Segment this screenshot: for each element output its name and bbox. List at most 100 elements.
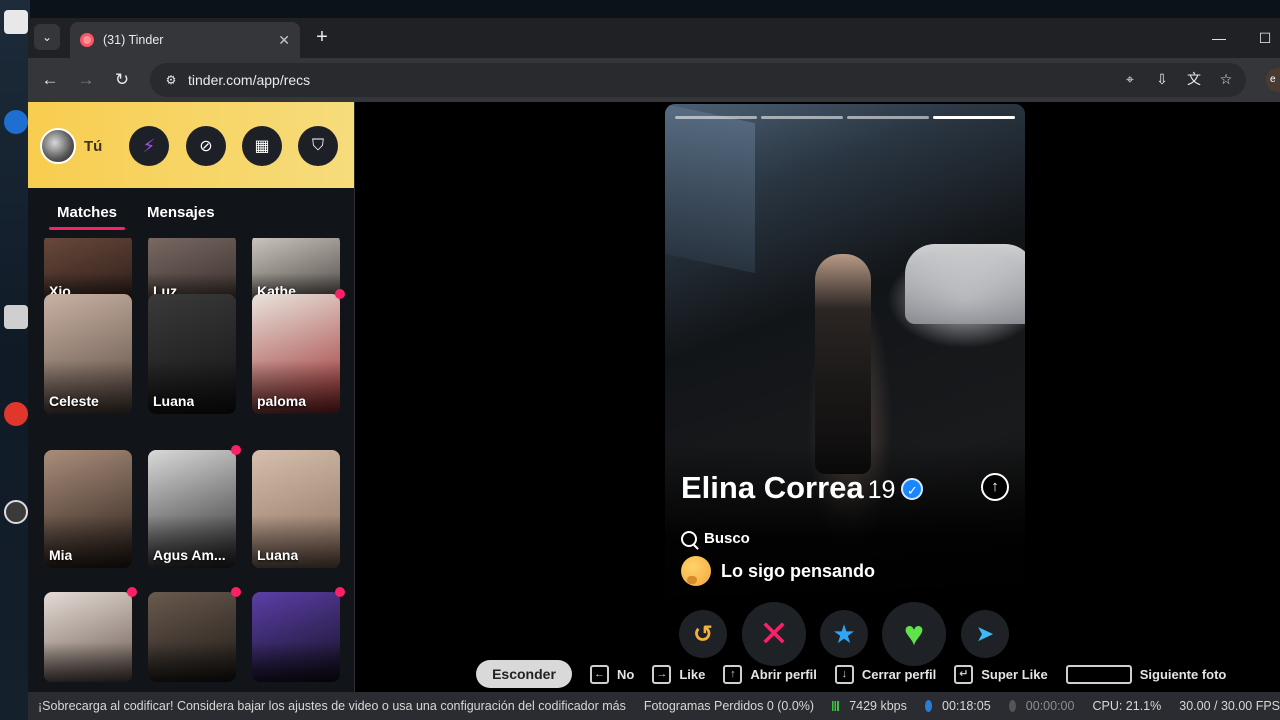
edge-icon — [4, 110, 28, 134]
signal-icon — [832, 701, 840, 711]
match-shade — [148, 641, 236, 682]
match-name: Luana — [153, 393, 195, 409]
match-card[interactable]: Agus Am... — [148, 450, 236, 568]
match-name: Celeste — [49, 393, 99, 409]
nope-button[interactable]: ✕ — [742, 602, 806, 666]
install-app-icon[interactable]: ⇩ — [1152, 69, 1172, 89]
match-card[interactable]: Luana — [148, 294, 236, 414]
tab-messages[interactable]: Mensajes — [147, 204, 215, 221]
match-card[interactable] — [252, 592, 340, 682]
hint-super-like: Super Like — [981, 666, 1048, 682]
obs-cpu: CPU: 21.1% — [1092, 699, 1162, 713]
explore-compass-icon[interactable]: ⊘ — [186, 126, 226, 166]
up-arrow-key-icon: ↑ — [723, 664, 743, 684]
profile-button[interactable]: e — [1266, 68, 1280, 92]
matches-sidebar: Tú ⚡ ⊘ ▦ ⛉ Matches Mensajes Xio Luz Kathe C… — [28, 102, 355, 702]
obs-dropped-frames: Fotogramas Perdidos 0 (0.0%) — [643, 699, 815, 713]
back-arrow-icon[interactable]: ← — [38, 68, 62, 92]
match-card[interactable]: Celeste — [44, 294, 132, 414]
translate-icon[interactable]: 文 — [1184, 69, 1204, 89]
new-tab-button[interactable]: + — [310, 26, 334, 50]
boost-send-button[interactable]: ➤ — [961, 610, 1009, 658]
photo-car — [905, 244, 1025, 324]
hint-like: Like — [679, 666, 706, 682]
unread-dot-icon — [127, 587, 137, 597]
match-card[interactable] — [148, 592, 236, 682]
tab-strip: ⌄ (31) Tinder ✕ + — ☐ — [28, 18, 1280, 58]
minimize-button[interactable]: — — [1204, 26, 1234, 50]
photo-progress-segment — [761, 116, 843, 119]
obs-record-time: 00:00:00 — [1025, 699, 1075, 713]
hint-close-profile: Cerrar perfil — [861, 666, 937, 682]
rewind-button[interactable]: ↺ — [679, 610, 727, 658]
match-card[interactable] — [44, 592, 132, 682]
desktop-background — [0, 0, 30, 720]
live-icon — [924, 700, 932, 712]
looking-for-label: Busco — [704, 530, 750, 547]
photo-building — [665, 104, 755, 274]
tab-matches[interactable]: Matches — [48, 204, 126, 230]
hint-next-photo: Siguiente foto — [1139, 666, 1227, 682]
chrome-icon — [4, 402, 28, 426]
obs-bitrate: 7429 kbps — [849, 699, 907, 713]
profile-name-line: Elina Correa 19 ✓ — [681, 470, 924, 506]
unread-dot-icon — [335, 587, 345, 597]
tab-search-button[interactable]: ⌄ — [34, 24, 60, 50]
match-name: Agus Am... — [153, 547, 226, 563]
unread-dot-icon — [231, 445, 241, 455]
address-bar-actions: ⌖ ⇩ 文 ☆ — [1120, 69, 1236, 89]
verified-badge-icon: ✓ — [901, 478, 924, 500]
match-card[interactable]: Luana — [252, 450, 340, 568]
site-settings-icon[interactable]: ⚙ — [160, 69, 182, 91]
reload-icon[interactable]: ↻ — [110, 68, 134, 92]
match-card[interactable]: Mia — [44, 450, 132, 568]
address-bar[interactable]: ⚙ tinder.com/app/recs ⌖ ⇩ 文 ☆ — [150, 63, 1246, 97]
profile-label[interactable]: Tú — [84, 138, 102, 155]
maximize-button[interactable]: ☐ — [1250, 26, 1280, 50]
profile-card[interactable]: Elina Correa 19 ✓ ↑ Busco Lo sigo pensando — [665, 104, 1025, 614]
photo-progress-bars — [675, 116, 1015, 119]
tinder-favicon-icon — [80, 33, 94, 47]
super-like-button[interactable]: ★ — [820, 610, 868, 658]
paper-plane-icon: ➤ — [975, 621, 995, 646]
hide-hints-button[interactable]: Esconder — [476, 660, 572, 688]
avatar[interactable] — [40, 128, 76, 164]
url-text: tinder.com/app/recs — [188, 72, 311, 88]
open-profile-arrow-icon[interactable]: ↑ — [981, 473, 1009, 501]
relationship-intent: Lo sigo pensando — [681, 556, 875, 586]
profile-age: 19 — [867, 476, 896, 504]
match-shade — [44, 641, 132, 682]
like-button[interactable]: ♥ — [882, 602, 946, 666]
match-name: Luana — [257, 547, 299, 563]
location-icon[interactable]: ⌖ — [1120, 69, 1140, 89]
browser-window: ⌄ (31) Tinder ✕ + — ☐ ← → ↻ ⚙ tinder.com… — [28, 18, 1280, 702]
sidebar-header: Tú ⚡ ⊘ ▦ ⛉ — [28, 102, 354, 188]
keyboard-hints: Esconder ← No → Like ↑ Abrir perfil ↓ Ce… — [476, 660, 1244, 688]
unread-dot-icon — [231, 587, 241, 597]
photo-progress-segment — [933, 116, 1015, 119]
down-arrow-key-icon: ↓ — [834, 664, 854, 684]
obs-encoder-warning: ¡Sobrecarga al codificar! Considera baja… — [38, 699, 626, 713]
match-name: paloma — [257, 393, 307, 409]
star-icon: ★ — [832, 618, 856, 649]
looking-for-row: Busco — [681, 530, 750, 547]
boost-icon[interactable]: ⚡ — [129, 126, 169, 166]
space-key-icon — [1065, 664, 1132, 684]
matches-grid: Xio Luz Kathe Celeste Luana paloma Mia Agus Am.… — [28, 238, 354, 702]
forward-arrow-icon[interactable]: → — [74, 68, 98, 92]
obs-icon — [4, 500, 28, 524]
safety-shield-icon[interactable]: ⛉ — [298, 126, 338, 166]
right-arrow-key-icon: → — [652, 664, 672, 684]
photo-progress-segment — [675, 116, 757, 119]
match-card[interactable]: paloma — [252, 294, 340, 414]
close-tab-icon[interactable]: ✕ — [278, 32, 290, 49]
work-briefcase-icon[interactable]: ▦ — [242, 126, 282, 166]
hint-no: No — [617, 666, 635, 682]
tab-tinder[interactable]: (31) Tinder ✕ — [70, 22, 300, 58]
left-arrow-key-icon: ← — [590, 664, 609, 684]
bookmark-star-icon[interactable]: ☆ — [1216, 69, 1236, 89]
tab-title: (31) Tinder — [103, 33, 164, 47]
rewind-icon: ↺ — [692, 620, 714, 648]
heart-icon: ♥ — [903, 614, 925, 653]
match-name: Mia — [49, 547, 73, 563]
